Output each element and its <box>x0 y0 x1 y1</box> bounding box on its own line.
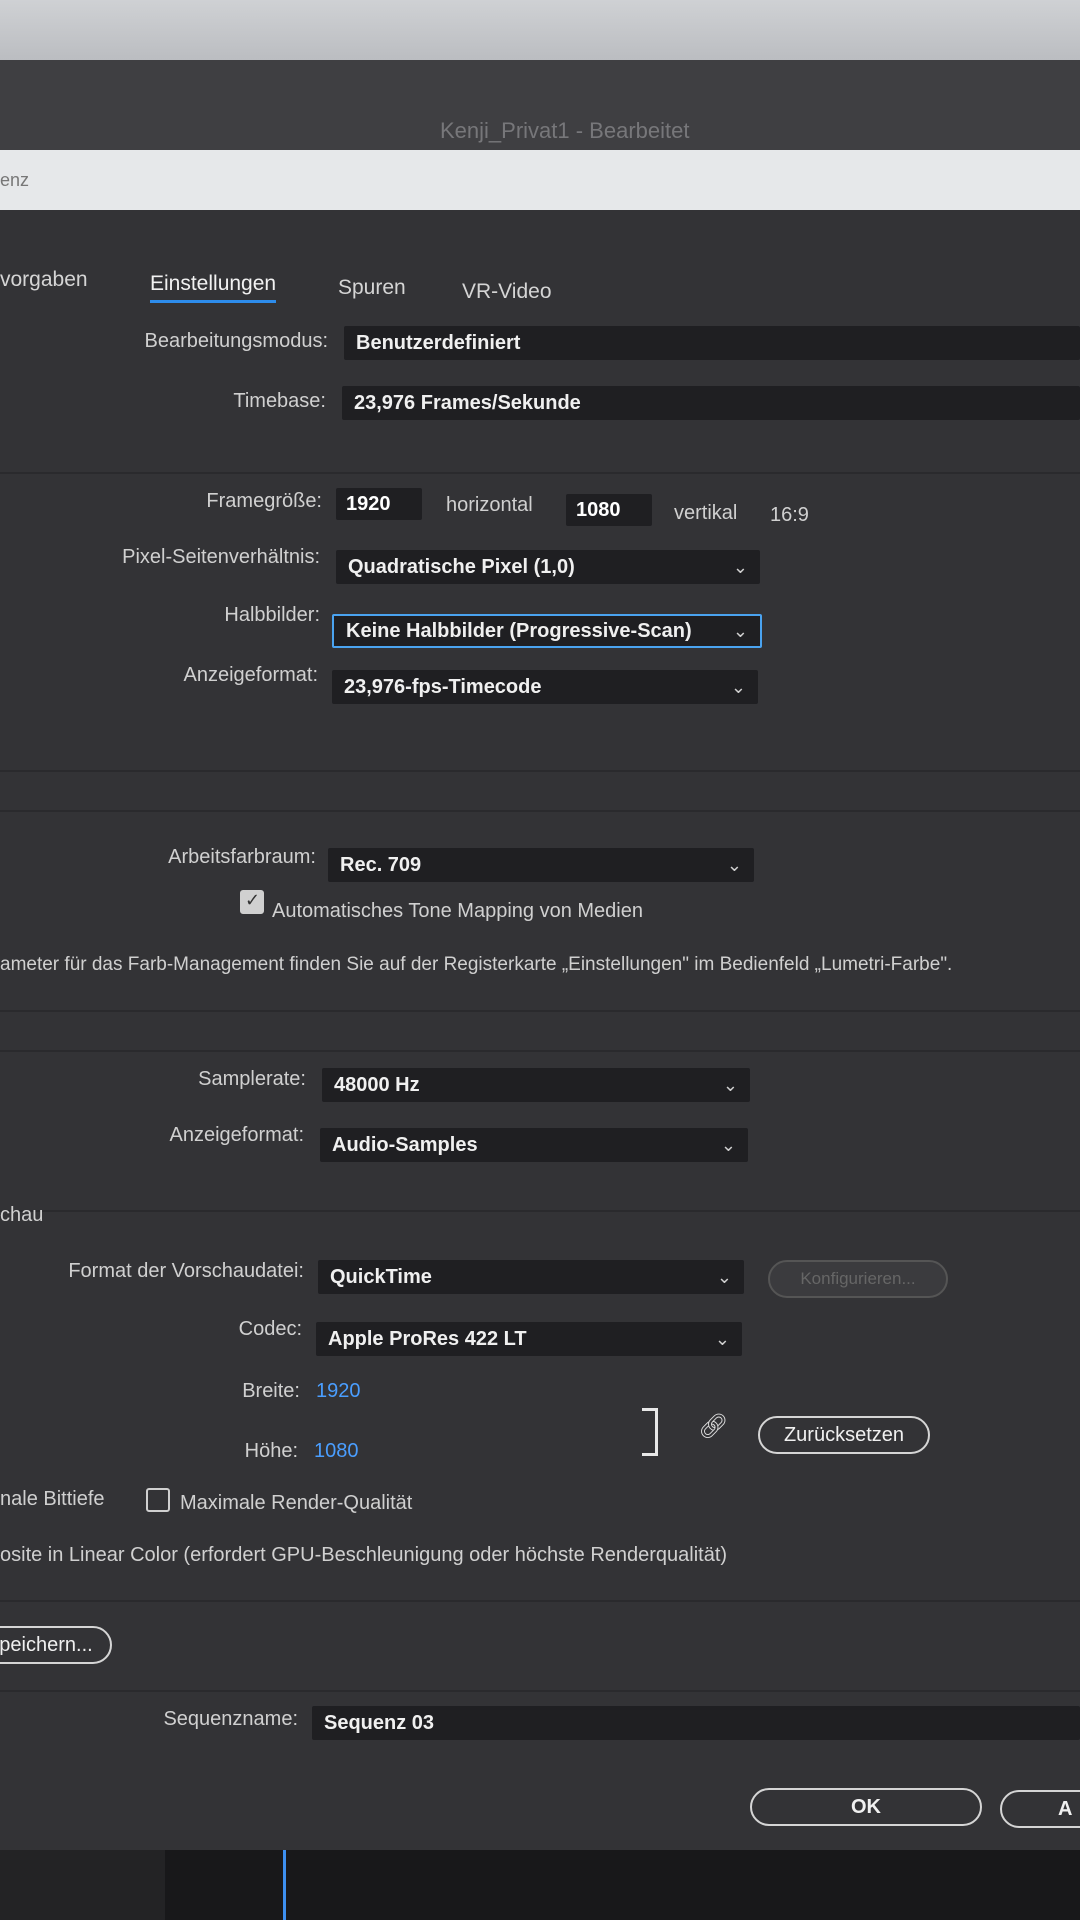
divider <box>0 1600 1080 1602</box>
sequence-name-label: Sequenzname: <box>163 1708 298 1730</box>
chevron-down-icon: ⌄ <box>730 677 746 697</box>
preview-file-format-select[interactable]: QuickTime ⌄ <box>318 1260 744 1294</box>
display-format-label: Anzeigeformat: <box>183 664 318 686</box>
configure-button[interactable]: Konfigurieren... <box>768 1260 948 1298</box>
sample-rate-value: 48000 Hz <box>334 1074 420 1096</box>
chevron-down-icon: ⌄ <box>720 1135 736 1155</box>
link-icon[interactable]: 🔗︎ <box>698 1412 728 1441</box>
timeline-strip <box>0 1850 1080 1920</box>
chevron-down-icon: ⌄ <box>732 621 748 641</box>
display-format-select[interactable]: 23,976-fps-Timecode ⌄ <box>332 670 758 704</box>
pixel-aspect-select[interactable]: Quadratische Pixel (1,0) ⌄ <box>336 550 760 584</box>
preview-width-label: Breite: <box>242 1380 300 1402</box>
playhead[interactable] <box>283 1850 286 1920</box>
tab-tracks[interactable]: Spuren <box>338 276 406 300</box>
tab-settings[interactable]: Einstellungen <box>150 272 277 303</box>
ok-button[interactable]: OK <box>750 1788 982 1826</box>
color-management-info: ameter für das Farb-Management finden Si… <box>0 954 953 975</box>
max-render-quality-label: Maximale Render-Qualität <box>180 1492 413 1514</box>
sequence-name-input[interactable]: Sequenz 03 <box>312 1706 1080 1740</box>
codec-select[interactable]: Apple ProRes 422 LT ⌄ <box>316 1322 742 1356</box>
divider <box>0 472 1080 474</box>
sample-rate-select[interactable]: 48000 Hz ⌄ <box>322 1068 750 1102</box>
preview-width-value[interactable]: 1920 <box>316 1380 361 1403</box>
codec-value: Apple ProRes 422 LT <box>328 1328 527 1350</box>
window-title: Kenji_Privat1 - Bearbeitet <box>440 118 690 143</box>
preview-height-label: Höhe: <box>244 1440 298 1462</box>
divider <box>0 1210 1080 1212</box>
timebase-select[interactable]: 23,976 Frames/Sekunde <box>342 386 1080 420</box>
frame-size-label: Framegröße: <box>206 490 322 512</box>
divider <box>0 810 1080 812</box>
max-render-quality-checkbox[interactable] <box>146 1488 170 1512</box>
tone-mapping-checkbox[interactable] <box>240 890 264 914</box>
tab-vr-video[interactable]: VR-Video <box>462 280 552 304</box>
chevron-down-icon: ⌄ <box>732 557 748 577</box>
preview-section-label: chau <box>0 1204 44 1226</box>
edit-mode-label: Bearbeitungsmodus: <box>144 330 328 352</box>
fields-select[interactable]: Keine Halbbilder (Progressive-Scan) ⌄ <box>332 614 762 648</box>
pixel-aspect-value: Quadratische Pixel (1,0) <box>348 556 575 578</box>
preview-file-format-value: QuickTime <box>330 1266 432 1288</box>
divider <box>0 1690 1080 1692</box>
tone-mapping-label: Automatisches Tone Mapping von Medien <box>272 900 643 922</box>
audio-display-format-value: Audio-Samples <box>332 1134 478 1156</box>
horizontal-label: horizontal <box>446 494 533 516</box>
fields-label: Halbbilder: <box>224 604 320 626</box>
preview-file-format-label: Format der Vorschaudatei: <box>68 1260 304 1282</box>
divider <box>0 770 1080 772</box>
composite-linear-label: osite in Linear Color (erfordert GPU-Bes… <box>0 1544 728 1566</box>
frame-width-input[interactable]: 1920 <box>336 488 422 520</box>
chevron-down-icon: ⌄ <box>726 855 742 875</box>
edit-mode-select[interactable]: Benutzerdefiniert <box>344 326 1080 360</box>
timebase-value: 23,976 Frames/Sekunde <box>354 392 581 414</box>
preview-height-value[interactable]: 1080 <box>314 1440 359 1463</box>
codec-label: Codec: <box>238 1318 302 1340</box>
divider <box>0 1050 1080 1052</box>
aspect-ratio: 16:9 <box>770 504 809 526</box>
pixel-aspect-label: Pixel-Seitenverhältnis: <box>122 546 320 568</box>
reset-button[interactable]: Zurücksetzen <box>758 1416 930 1454</box>
save-preset-button[interactable]: peichern... <box>0 1626 112 1664</box>
working-color-space-label: Arbeitsfarbraum: <box>168 846 316 868</box>
working-color-space-value: Rec. 709 <box>340 854 422 876</box>
divider <box>0 1010 1080 1012</box>
edit-mode-value: Benutzerdefiniert <box>356 332 521 354</box>
timeline-track-area <box>165 1850 1080 1920</box>
screen-glare <box>0 0 1080 66</box>
fields-value: Keine Halbbilder (Progressive-Scan) <box>346 620 692 642</box>
frame-height-input[interactable]: 1080 <box>566 494 652 526</box>
audio-display-format-select[interactable]: Audio-Samples ⌄ <box>320 1128 748 1162</box>
vertical-label: vertikal <box>674 502 738 524</box>
aspect-link-bracket <box>642 1408 658 1456</box>
tab-presets[interactable]: vorgaben <box>0 268 88 292</box>
tab-bar: vorgaben Einstellungen Spuren VR-Video <box>0 260 1080 310</box>
display-format-value: 23,976-fps-Timecode <box>344 676 542 698</box>
sample-rate-label: Samplerate: <box>198 1068 306 1090</box>
timebase-label: Timebase: <box>233 390 326 412</box>
working-color-space-select[interactable]: Rec. 709 ⌄ <box>328 848 754 882</box>
chevron-down-icon: ⌄ <box>716 1267 732 1287</box>
chevron-down-icon: ⌄ <box>722 1075 738 1095</box>
new-sequence-dialog: vorgaben Einstellungen Spuren VR-Video B… <box>0 210 1080 1850</box>
menubar-fragment: enz <box>0 170 30 190</box>
chevron-down-icon: ⌄ <box>714 1329 730 1349</box>
audio-display-format-label: Anzeigeformat: <box>169 1124 304 1146</box>
max-bit-depth-label: nale Bittiefe <box>0 1488 105 1510</box>
cancel-button[interactable]: A <box>1000 1790 1080 1828</box>
